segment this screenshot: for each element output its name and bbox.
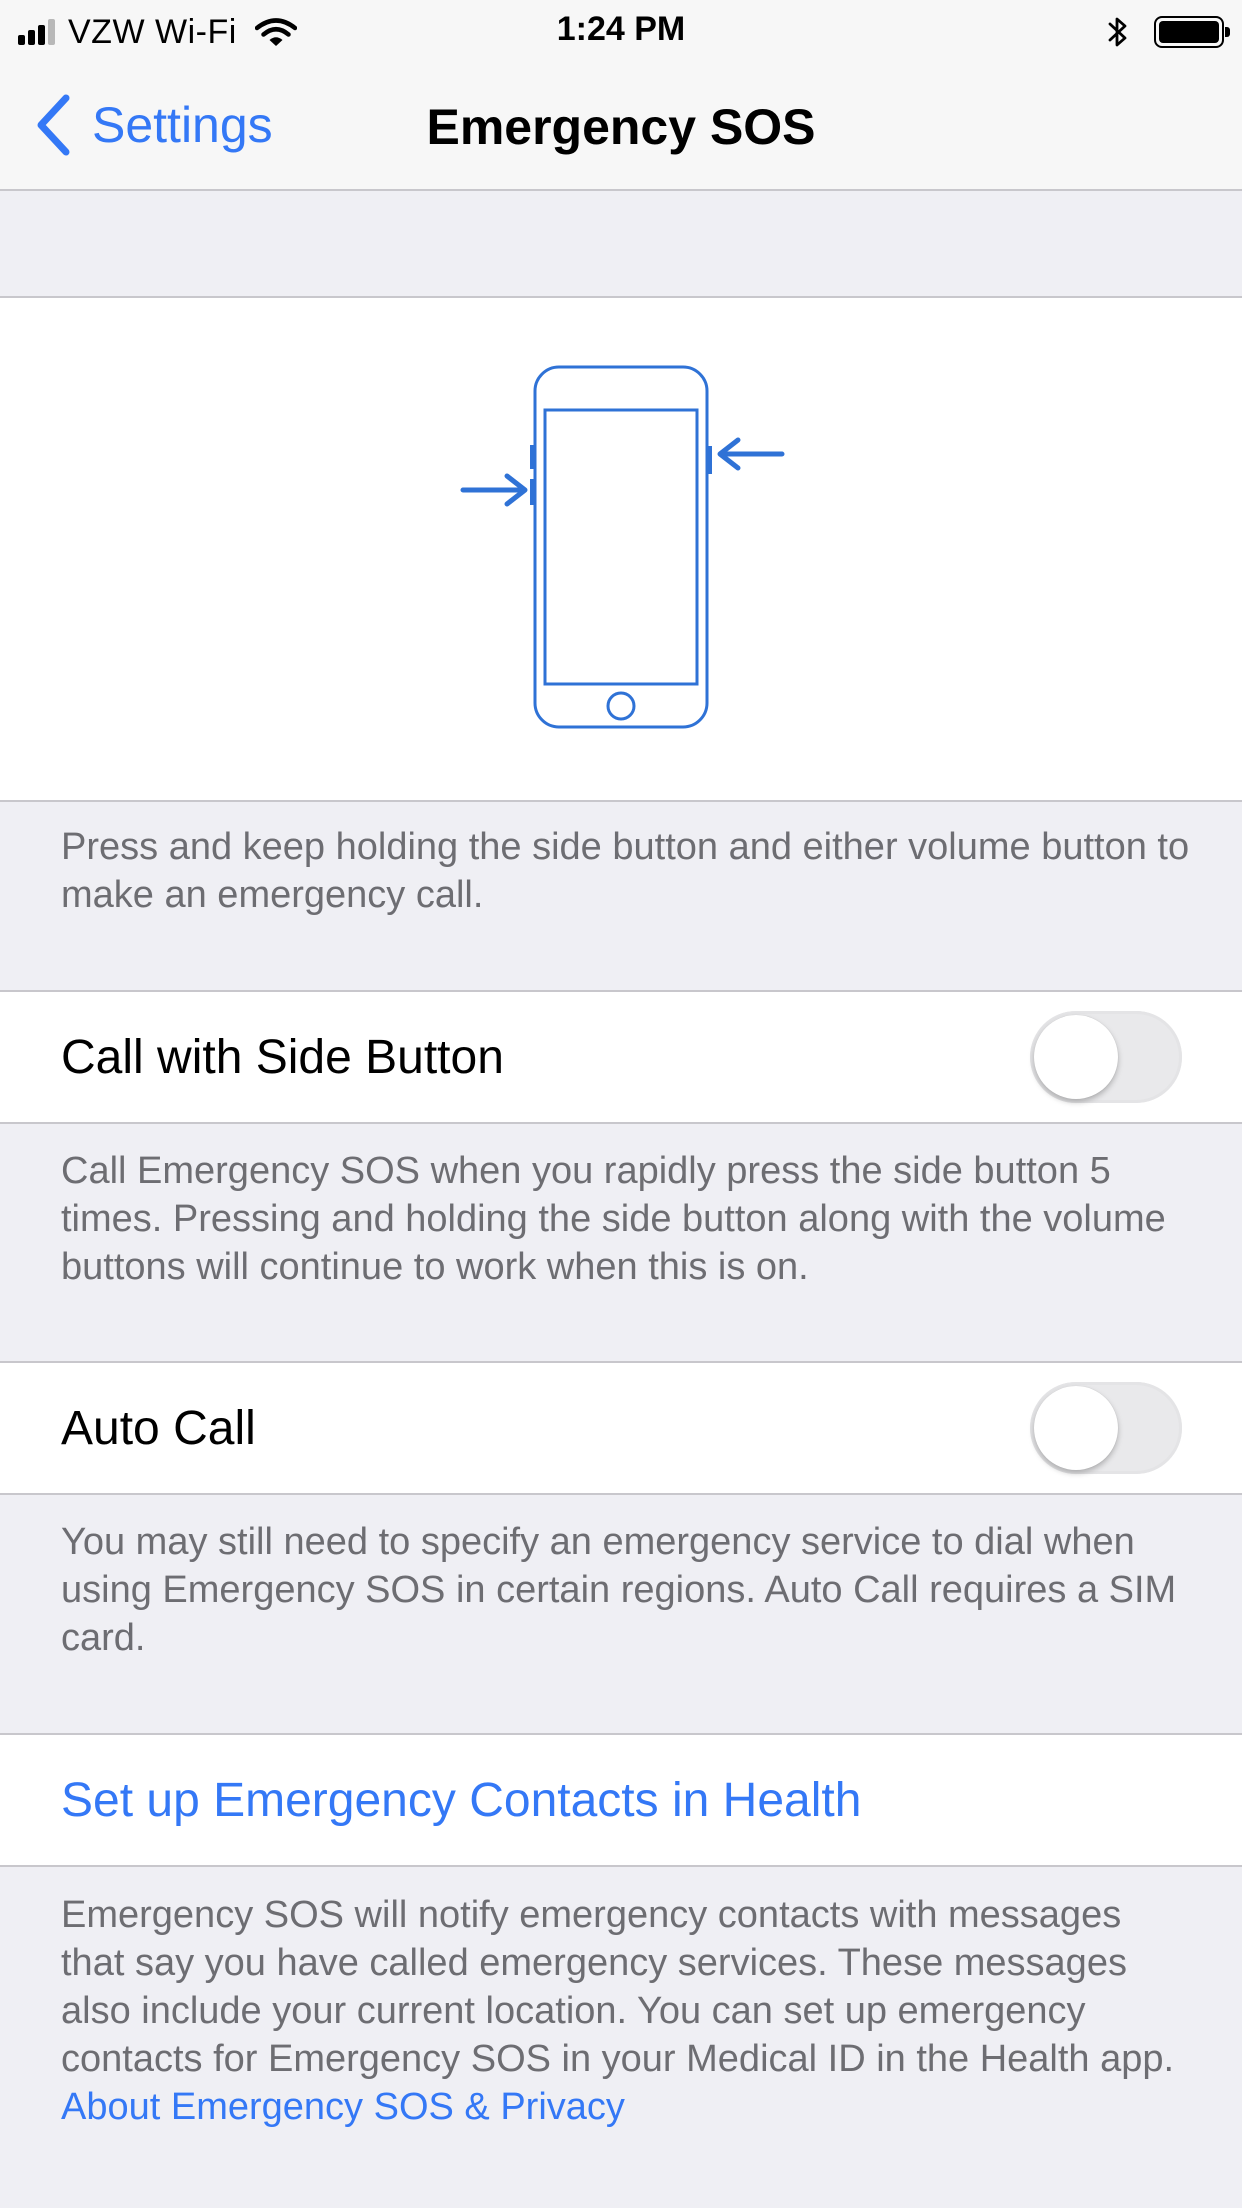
emergency-contacts-footer: Emergency SOS will notify emergency cont… bbox=[61, 1891, 1191, 2131]
navigation-bar: Settings Emergency SOS bbox=[0, 60, 1242, 191]
bluetooth-icon bbox=[1108, 17, 1127, 47]
privacy-link[interactable]: About Emergency SOS & Privacy bbox=[61, 2086, 625, 2128]
call-with-side-button-footer: Call Emergency SOS when you rapidly pres… bbox=[61, 1150, 1166, 1288]
emergency-contacts-link[interactable]: Set up Emergency Contacts in Health bbox=[61, 1773, 861, 1828]
call-with-side-button-row: Call with Side Button bbox=[0, 990, 1242, 1124]
phone-buttons-illustration bbox=[460, 365, 785, 729]
illustration-card bbox=[0, 296, 1242, 802]
auto-call-label: Auto Call bbox=[61, 1401, 256, 1455]
toggle-knob bbox=[1034, 1386, 1118, 1470]
call-with-side-button-label: Call with Side Button bbox=[61, 1030, 504, 1084]
auto-call-toggle[interactable] bbox=[1030, 1382, 1182, 1474]
emergency-contacts-footer-text: Emergency SOS will notify emergency cont… bbox=[61, 1894, 1175, 2080]
emergency-sos-screen: VZW Wi-Fi 1:24 PM Settings Emergency SOS… bbox=[0, 0, 1242, 2208]
battery-icon bbox=[1154, 16, 1230, 48]
call-with-side-button-toggle[interactable] bbox=[1030, 1011, 1182, 1103]
status-bar: VZW Wi-Fi 1:24 PM bbox=[0, 0, 1242, 60]
page-title: Emergency SOS bbox=[426, 99, 816, 155]
toggle-knob bbox=[1034, 1015, 1118, 1099]
auto-call-footer: You may still need to specify an emergen… bbox=[61, 1521, 1177, 1659]
emergency-contacts-row[interactable]: Set up Emergency Contacts in Health bbox=[0, 1733, 1242, 1867]
status-right bbox=[1106, 12, 1230, 52]
auto-call-row: Auto Call bbox=[0, 1361, 1242, 1495]
illustration-caption: Press and keep holding the side button a… bbox=[61, 826, 1190, 916]
status-time: 1:24 PM bbox=[556, 10, 686, 48]
